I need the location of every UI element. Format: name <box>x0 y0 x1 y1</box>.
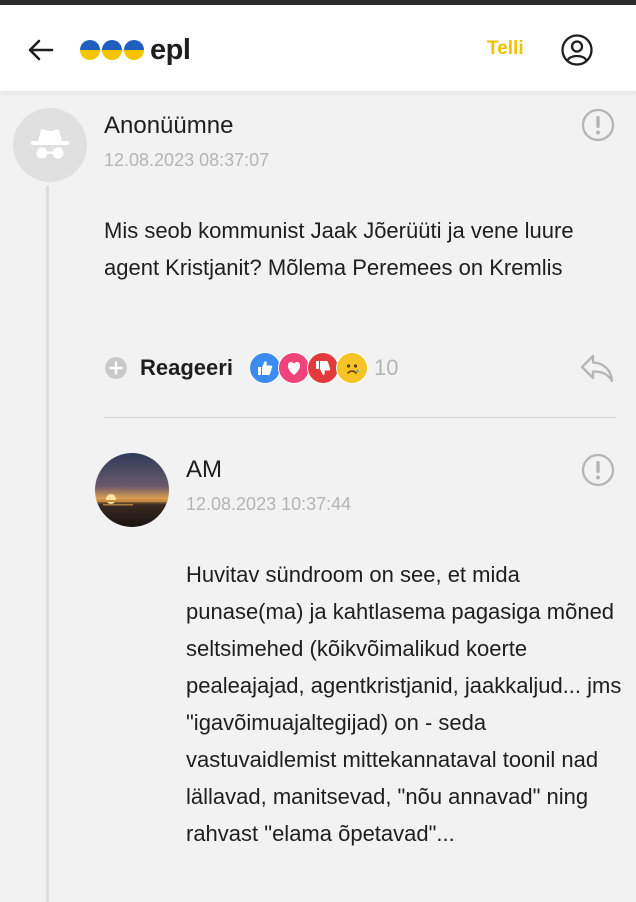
app-header: epl Telli <box>0 5 636 91</box>
subscribe-link[interactable]: Telli <box>487 38 524 60</box>
reaction-summary[interactable] <box>248 352 368 384</box>
thumbs-down-icon <box>306 352 339 384</box>
user-profile-icon[interactable] <box>560 33 594 67</box>
comment-text: Huvitav sündroom on see, et mida punase(… <box>186 562 622 846</box>
reply-icon[interactable] <box>578 350 616 386</box>
anonymous-avatar <box>13 108 87 182</box>
comment-author[interactable]: AM <box>186 456 222 484</box>
thumbs-up-icon <box>248 352 281 384</box>
back-arrow-icon[interactable] <box>26 35 56 65</box>
react-button[interactable]: Reageeri <box>140 355 233 381</box>
reaction-row: Reageeri 10 <box>104 350 616 386</box>
sunset-photo-icon <box>95 453 169 527</box>
reaction-count: 10 <box>373 355 399 380</box>
epl-logo[interactable]: epl <box>80 33 191 67</box>
logo-text: epl <box>150 33 191 66</box>
report-icon[interactable] <box>581 108 615 142</box>
add-reaction-icon[interactable] <box>104 356 128 380</box>
comment-timestamp: 12.08.2023 08:37:07 <box>104 150 270 170</box>
comment-timestamp: 12.08.2023 10:37:44 <box>186 494 352 514</box>
flag-dots-icon <box>80 40 144 60</box>
comment-text: Mis seob kommunist Jaak Jõerüüti ja vene… <box>104 218 574 280</box>
user-avatar[interactable] <box>95 453 169 527</box>
thread-line <box>46 186 49 902</box>
comment-author[interactable]: Anonüümne <box>104 112 233 140</box>
sad-face-icon <box>335 352 368 384</box>
report-icon[interactable] <box>581 453 615 487</box>
spy-incognito-icon <box>31 129 69 159</box>
comment-divider <box>104 417 616 418</box>
heart-icon <box>277 352 310 384</box>
